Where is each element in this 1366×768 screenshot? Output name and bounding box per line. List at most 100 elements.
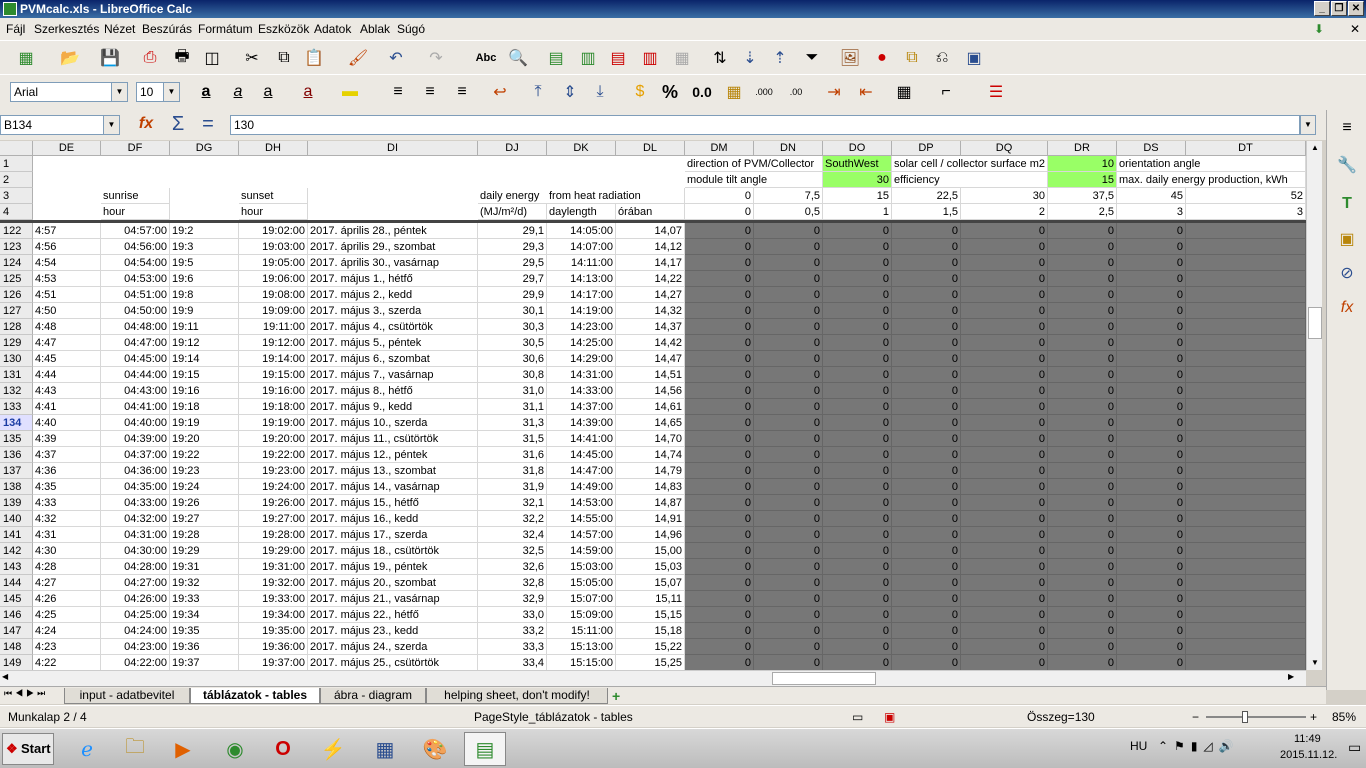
cell-DQ135[interactable]: 0 [961,431,1048,447]
cell-DL131[interactable]: 14,51 [616,367,685,383]
row-header-131[interactable]: 131 [0,367,33,383]
cell-DG122[interactable]: 19:2 [170,223,239,239]
cell-DO143[interactable]: 0 [823,559,892,575]
cell-DM141[interactable]: 0 [685,527,754,543]
cell-DH132[interactable]: 19:16:00 [239,383,308,399]
cell-DS140[interactable]: 0 [1117,511,1186,527]
sort-ascending-icon[interactable]: ⇣ [738,46,762,70]
formula-icon[interactable]: = [196,112,220,136]
cell-DJ146[interactable]: 33,0 [478,607,547,623]
cell-DI137[interactable]: 2017. május 13., szombat [308,463,478,479]
cell-DN141[interactable]: 0 [754,527,823,543]
cell-DL147[interactable]: 15,18 [616,623,685,639]
cell-DN136[interactable]: 0 [754,447,823,463]
cell-DF145[interactable]: 04:26:00 [101,591,170,607]
cell-DJ134[interactable]: 31,3 [478,415,547,431]
cell-DL136[interactable]: 14,74 [616,447,685,463]
cell-DI123[interactable]: 2017. április 29., szombat [308,239,478,255]
cell-DL122[interactable]: 14,07 [616,223,685,239]
cell-DQ134[interactable]: 0 [961,415,1048,431]
increase-indent-icon[interactable]: ⇥ [822,80,846,104]
cell-DJ126[interactable]: 29,9 [478,287,547,303]
cell-DO125[interactable]: 0 [823,271,892,287]
cell-DQ131[interactable]: 0 [961,367,1048,383]
cell-DF127[interactable]: 04:50:00 [101,303,170,319]
borders-icon[interactable]: ▦ [892,80,916,104]
cell-DR4[interactable]: 2,5 [1048,204,1117,220]
cell-DO148[interactable]: 0 [823,639,892,655]
cell-DK137[interactable]: 14:47:00 [547,463,616,479]
cell-DO144[interactable]: 0 [823,575,892,591]
cell-DG131[interactable]: 19:15 [170,367,239,383]
cell-DL137[interactable]: 14,79 [616,463,685,479]
cell-DL127[interactable]: 14,32 [616,303,685,319]
tab-input[interactable]: input - adatbevitel [64,688,190,704]
cell-DG148[interactable]: 19:36 [170,639,239,655]
column-header-DK[interactable]: DK [547,141,616,156]
cell-DG127[interactable]: 19:9 [170,303,239,319]
cell-DF3[interactable]: sunrise [101,188,170,204]
cell-DE142[interactable]: 4:30 [33,543,101,559]
row-header-137[interactable]: 137 [0,463,33,479]
cell-DH143[interactable]: 19:31:00 [239,559,308,575]
cell-DT129[interactable] [1186,335,1306,351]
cell-DK138[interactable]: 14:49:00 [547,479,616,495]
cell-DN135[interactable]: 0 [754,431,823,447]
cell-DT139[interactable] [1186,495,1306,511]
cell-DL125[interactable]: 14,22 [616,271,685,287]
cell-DT145[interactable] [1186,591,1306,607]
cell-DF126[interactable]: 04:51:00 [101,287,170,303]
cell-DH140[interactable]: 19:27:00 [239,511,308,527]
cell-DQ123[interactable]: 0 [961,239,1048,255]
row-header-123[interactable]: 123 [0,239,33,255]
cell-DG134[interactable]: 19:19 [170,415,239,431]
row-header-142[interactable]: 142 [0,543,33,559]
cell-DQ137[interactable]: 0 [961,463,1048,479]
cell-DM122[interactable]: 0 [685,223,754,239]
cell-DR123[interactable]: 0 [1048,239,1117,255]
cell-DM129[interactable]: 0 [685,335,754,351]
formula-input[interactable]: 130 [230,115,1300,135]
cell-DP146[interactable]: 0 [892,607,961,623]
cell-DO141[interactable]: 0 [823,527,892,543]
cell-DQ139[interactable]: 0 [961,495,1048,511]
cell-DF131[interactable]: 04:44:00 [101,367,170,383]
cell-DI149[interactable]: 2017. május 25., csütörtök [308,655,478,670]
cell-DK136[interactable]: 14:45:00 [547,447,616,463]
cell-DS139[interactable]: 0 [1117,495,1186,511]
cell-DH3[interactable]: sunset [239,188,308,204]
tab-diagram[interactable]: ábra - diagram [320,688,426,704]
cell-DT144[interactable] [1186,575,1306,591]
cell-DJ137[interactable]: 31,8 [478,463,547,479]
column-header-DG[interactable]: DG [170,141,239,156]
row-header-129[interactable]: 129 [0,335,33,351]
cell-DS122[interactable]: 0 [1117,223,1186,239]
expand-formula-button[interactable]: ▼ [1300,115,1316,135]
cell-DO1[interactable]: SouthWest [823,156,892,172]
cell-DF136[interactable]: 04:37:00 [101,447,170,463]
cell-DR1[interactable]: 10 [1048,156,1117,172]
cell-DS2[interactable]: max. daily energy production, kWh [1117,172,1306,188]
align-top-icon[interactable]: ⤒ [526,80,550,104]
cell-DM128[interactable]: 0 [685,319,754,335]
cell-DJ140[interactable]: 32,2 [478,511,547,527]
cell-DR133[interactable]: 0 [1048,399,1117,415]
cell-DM136[interactable]: 0 [685,447,754,463]
cell-DR141[interactable]: 0 [1048,527,1117,543]
cell-DN122[interactable]: 0 [754,223,823,239]
cell-DT124[interactable] [1186,255,1306,271]
cell-DH131[interactable]: 19:15:00 [239,367,308,383]
column-header-DR[interactable]: DR [1048,141,1117,156]
cell-DT130[interactable] [1186,351,1306,367]
cell-DJ130[interactable]: 30,6 [478,351,547,367]
align-middle-icon[interactable]: ⇕ [558,80,582,104]
cell-DE141[interactable]: 4:31 [33,527,101,543]
cell-DQ125[interactable]: 0 [961,271,1048,287]
date-format-icon[interactable]: ▦ [722,80,746,104]
cell-DS148[interactable]: 0 [1117,639,1186,655]
lightning-app-icon[interactable]: ⚡ [312,732,354,766]
special-character-icon[interactable]: ⎌ [930,46,954,70]
tray-icons[interactable]: ⌃⚑▮◿🔊 [1158,739,1240,753]
cell-DT142[interactable] [1186,543,1306,559]
start-button[interactable]: ❖ Start [2,733,54,765]
